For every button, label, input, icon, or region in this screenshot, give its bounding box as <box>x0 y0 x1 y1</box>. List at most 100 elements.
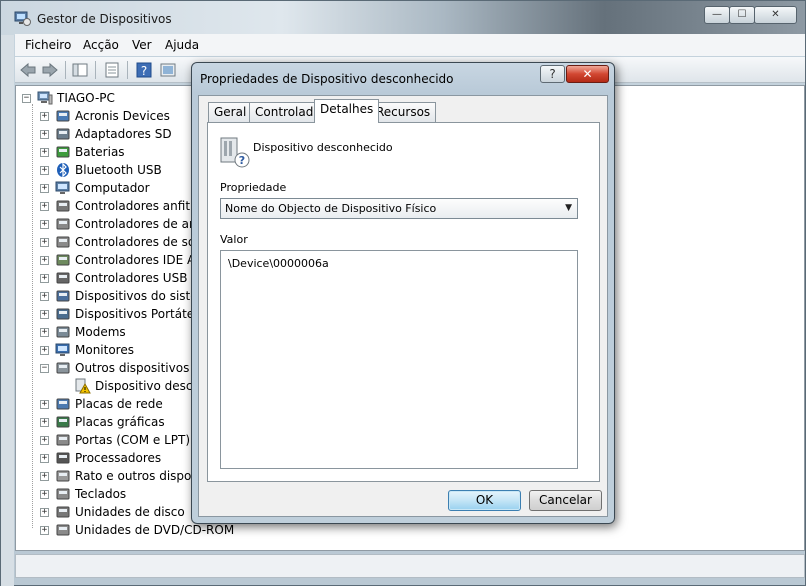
tree-item-label: Placas de rede <box>75 397 163 411</box>
tree-item-label: Monitores <box>75 343 134 357</box>
tree-item-label: Placas gráficas <box>75 415 165 429</box>
storage-controller-icon <box>56 218 70 230</box>
tree-category[interactable]: + Placas gráficas <box>40 413 165 431</box>
expand-expander[interactable]: + <box>40 165 49 175</box>
tab-recursos[interactable]: Recursos <box>370 102 437 122</box>
tree-item-label: Controladores USB (U <box>75 271 205 285</box>
device-name: Dispositivo desconhecido <box>253 141 393 154</box>
expand-expander[interactable]: + <box>40 453 49 463</box>
display-adapter-icon <box>56 416 70 428</box>
close-button[interactable]: ✕ <box>754 6 797 24</box>
tree-category[interactable]: + Teclados <box>40 485 126 503</box>
expand-expander[interactable]: + <box>40 255 49 265</box>
tree-category[interactable]: + Controladores IDE AT <box>40 251 202 269</box>
processor-icon <box>56 452 70 464</box>
expand-expander[interactable]: + <box>40 489 49 499</box>
expand-expander[interactable]: + <box>40 417 49 427</box>
menu-ajuda[interactable]: Ajuda <box>165 38 199 52</box>
property-select[interactable]: Nome do Objecto de Dispositivo Físico ▼ <box>220 198 578 219</box>
expand-expander[interactable]: + <box>40 183 49 193</box>
menu-ver[interactable]: Ver <box>132 38 152 52</box>
tab-geral[interactable]: Geral <box>208 102 253 122</box>
expand-expander[interactable]: + <box>40 201 49 211</box>
tree-category[interactable]: + Placas de rede <box>40 395 163 413</box>
menu-ficheiro[interactable]: Ficheiro <box>25 38 71 52</box>
expand-expander[interactable]: + <box>40 291 49 301</box>
tree-item-label: Bluetooth USB <box>75 163 162 177</box>
expand-expander[interactable]: + <box>40 309 49 319</box>
tree-guide-line <box>32 104 33 528</box>
expand-expander[interactable]: + <box>40 435 49 445</box>
value-list[interactable]: \Device\0000006a <box>220 250 578 469</box>
expand-expander[interactable]: + <box>40 237 49 247</box>
tree-category[interactable]: + Monitores <box>40 341 134 359</box>
dialog-close-button[interactable]: ✕ <box>566 65 609 83</box>
details-tab-page: ? Dispositivo desconhecido Propriedade N… <box>207 122 600 482</box>
tree-category[interactable]: + Controladores de som <box>40 233 207 251</box>
dropdown-arrow-icon[interactable]: ▼ <box>565 203 572 213</box>
tree-category[interactable]: + Bluetooth USB <box>40 161 162 179</box>
bluetooth-icon <box>57 162 69 178</box>
tree-category[interactable]: + Acronis Devices <box>40 107 170 125</box>
collapse-expander[interactable]: − <box>22 93 31 103</box>
unknown-device-icon: ? <box>220 137 250 168</box>
tree-root[interactable]: − TIAGO-PC <box>22 89 115 107</box>
value-item[interactable]: \Device\0000006a <box>228 257 329 270</box>
network-icon <box>56 398 70 410</box>
tree-category[interactable]: + Controladores USB (U <box>40 269 205 287</box>
tree-category[interactable]: + Rato e outros disposit <box>40 467 206 485</box>
maximize-button[interactable]: ☐ <box>729 6 755 24</box>
tree-category[interactable]: + Computador <box>40 179 150 197</box>
menu-accao[interactable]: Acção <box>83 38 119 52</box>
expand-expander[interactable]: + <box>40 399 49 409</box>
ok-button[interactable]: OK <box>448 490 521 511</box>
expand-expander[interactable]: + <box>40 345 49 355</box>
tree-category[interactable]: + Adaptadores SD <box>40 125 172 143</box>
menu-bar: Ficheiro Acção Ver Ajuda <box>15 34 805 56</box>
expand-expander[interactable]: + <box>40 147 49 157</box>
expand-expander[interactable]: + <box>40 507 49 517</box>
forward-icon[interactable] <box>41 61 59 79</box>
window-title: Gestor de Dispositivos <box>37 12 172 26</box>
tree-category[interactable]: + Dispositivos Portáteis <box>40 305 204 323</box>
tree-item-label: Teclados <box>75 487 127 501</box>
tree-category[interactable]: + Unidades de disco <box>40 503 185 521</box>
tree-category[interactable]: + Controladores anfitriã <box>40 197 206 215</box>
tree-category[interactable]: + Portas (COM e LPT) <box>40 431 190 449</box>
tree-category[interactable]: + Processadores <box>40 449 161 467</box>
tree-category[interactable]: + Modems <box>40 323 126 341</box>
expand-expander[interactable]: + <box>40 525 49 535</box>
cancel-button[interactable]: Cancelar <box>529 490 602 511</box>
unknown-device-warning-icon <box>75 378 91 394</box>
tree-item-label: Unidades de disco <box>75 505 185 519</box>
dialog-help-button[interactable]: ? <box>540 65 565 83</box>
expand-expander[interactable]: + <box>40 471 49 481</box>
properties-icon[interactable] <box>103 61 121 79</box>
monitor-icon <box>55 343 70 356</box>
tree-item-label: Dispositivo desco <box>95 379 200 393</box>
tree-item-label: Acronis Devices <box>75 109 170 123</box>
expand-expander[interactable]: + <box>40 327 49 337</box>
back-icon[interactable] <box>19 61 37 79</box>
tree-category[interactable]: − Outros dispositivos <box>40 359 189 377</box>
collapse-expander[interactable]: − <box>40 363 49 373</box>
minimize-button[interactable]: — <box>704 6 730 24</box>
expand-expander[interactable]: + <box>40 219 49 229</box>
tree-category[interactable]: + Dispositivos do sistem <box>40 287 209 305</box>
expand-expander[interactable]: + <box>40 273 49 283</box>
tree-item-label: Controladores anfitriã <box>75 199 206 213</box>
expand-expander[interactable]: + <box>40 129 49 139</box>
tree-child-item[interactable]: Dispositivo desco <box>60 377 200 395</box>
tab-detalhes[interactable]: Detalhes <box>314 99 380 123</box>
tree-item-label: Modems <box>75 325 126 339</box>
device-icon <box>56 110 70 122</box>
tree-category[interactable]: + Baterias <box>40 143 125 161</box>
show-hide-console-tree-icon[interactable] <box>71 61 89 79</box>
console-icon[interactable] <box>159 61 177 79</box>
expand-expander[interactable]: + <box>40 111 49 121</box>
other-devices-icon <box>56 362 70 374</box>
title-bar[interactable]: Gestor de Dispositivos — ☐ ✕ <box>1 1 805 35</box>
tree-category[interactable]: + Controladores de arm <box>40 215 205 233</box>
help-icon[interactable]: ? <box>135 61 153 79</box>
usb-host-icon <box>56 200 70 212</box>
